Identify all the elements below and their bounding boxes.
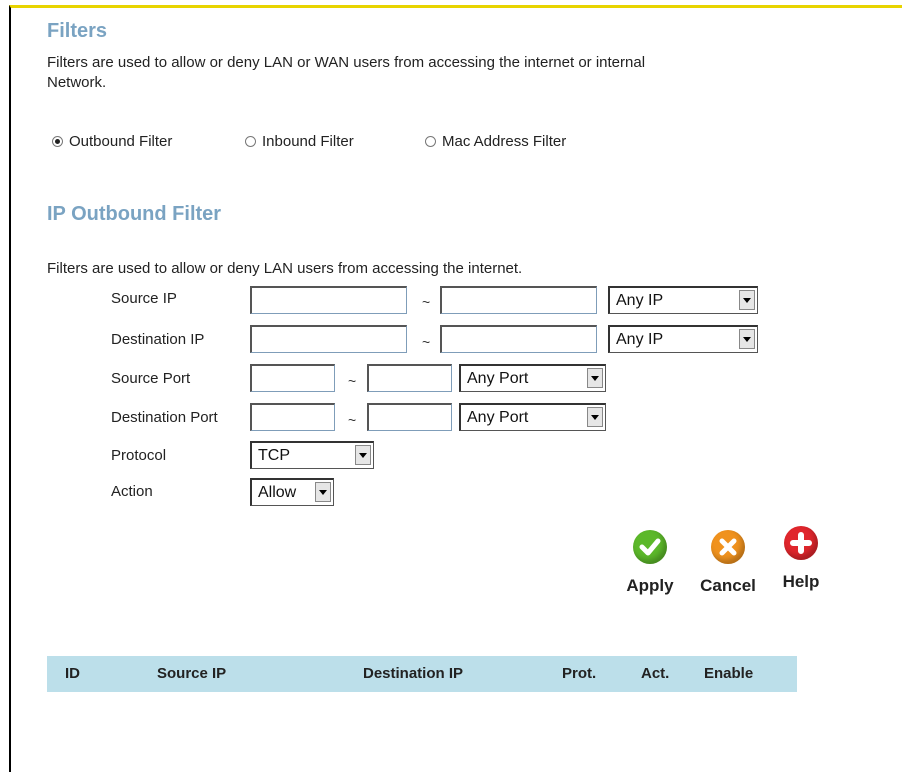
column-action: Act. xyxy=(641,665,670,682)
column-enable: Enable xyxy=(704,665,754,682)
source-port-select-value: Any Port xyxy=(467,370,529,387)
chevron-down-icon[interactable] xyxy=(739,329,755,349)
column-id: ID xyxy=(65,665,80,682)
destination-ip-select[interactable]: Any IP xyxy=(608,325,758,353)
source-ip-select[interactable]: Any IP xyxy=(608,286,758,314)
apply-label: Apply xyxy=(626,576,674,595)
source-port-label: Source Port xyxy=(111,370,191,387)
source-ip-separator: ~ xyxy=(422,294,431,310)
source-port-start-input[interactable] xyxy=(250,364,335,392)
chevron-down-icon[interactable] xyxy=(355,445,371,465)
plus-icon[interactable] xyxy=(784,526,818,560)
radio-inbound-label: Inbound Filter xyxy=(262,133,354,150)
radio-inbound-filter[interactable]: Inbound Filter xyxy=(245,133,354,150)
radio-mac-address-filter[interactable]: Mac Address Filter xyxy=(425,133,566,150)
check-icon[interactable] xyxy=(633,530,667,564)
apply-button[interactable]: Apply xyxy=(615,530,685,596)
cancel-label: Cancel xyxy=(700,576,756,595)
destination-port-separator: ~ xyxy=(348,412,357,428)
filter-table-header: ID Source IP Destination IP Prot. Act. E… xyxy=(47,656,797,692)
destination-ip-start-input[interactable] xyxy=(250,325,407,353)
protocol-select-value: TCP xyxy=(258,447,290,464)
chevron-down-icon[interactable] xyxy=(315,482,331,502)
help-button[interactable]: Help xyxy=(766,526,836,592)
destination-ip-label: Destination IP xyxy=(111,331,205,348)
protocol-select[interactable]: TCP xyxy=(250,441,374,469)
destination-port-start-input[interactable] xyxy=(250,403,335,431)
column-protocol: Prot. xyxy=(562,665,597,682)
destination-ip-end-input[interactable] xyxy=(440,325,597,353)
page-description-line-2: Network. xyxy=(47,74,107,91)
action-select[interactable]: Allow xyxy=(250,478,334,506)
source-ip-end-input[interactable] xyxy=(440,286,597,314)
column-source-ip: Source IP xyxy=(157,665,227,682)
chevron-down-icon[interactable] xyxy=(739,290,755,310)
help-label: Help xyxy=(782,572,820,591)
radio-mac-label: Mac Address Filter xyxy=(442,133,567,150)
chevron-down-icon[interactable] xyxy=(587,368,603,388)
destination-port-select-value: Any Port xyxy=(467,409,529,426)
protocol-label: Protocol xyxy=(111,447,167,464)
radio-unselected-icon[interactable] xyxy=(245,136,256,147)
destination-port-end-input[interactable] xyxy=(367,403,452,431)
action-label: Action xyxy=(111,483,153,500)
radio-selected-icon[interactable] xyxy=(52,136,63,147)
source-port-end-input[interactable] xyxy=(367,364,452,392)
action-select-value: Allow xyxy=(258,484,297,501)
source-port-select[interactable]: Any Port xyxy=(459,364,606,392)
destination-port-select[interactable]: Any Port xyxy=(459,403,606,431)
destination-port-label: Destination Port xyxy=(111,409,218,426)
page-title: Filters xyxy=(47,20,108,42)
chevron-down-icon[interactable] xyxy=(587,407,603,427)
destination-ip-select-value: Any IP xyxy=(616,331,664,348)
source-port-separator: ~ xyxy=(348,373,357,389)
cancel-button[interactable]: Cancel xyxy=(693,530,763,596)
section-description: Filters are used to allow or deny LAN us… xyxy=(47,260,523,277)
radio-outbound-filter[interactable]: Outbound Filter xyxy=(52,133,172,150)
section-title: IP Outbound Filter xyxy=(47,203,222,225)
radio-unselected-icon[interactable] xyxy=(425,136,436,147)
column-destination-ip: Destination IP xyxy=(363,665,464,682)
radio-outbound-label: Outbound Filter xyxy=(69,133,173,150)
source-ip-label: Source IP xyxy=(111,290,177,307)
x-icon[interactable] xyxy=(711,530,745,564)
page-description-line-1: Filters are used to allow or deny LAN or… xyxy=(47,54,646,71)
destination-ip-separator: ~ xyxy=(422,334,431,350)
source-ip-start-input[interactable] xyxy=(250,286,407,314)
source-ip-select-value: Any IP xyxy=(616,292,664,309)
